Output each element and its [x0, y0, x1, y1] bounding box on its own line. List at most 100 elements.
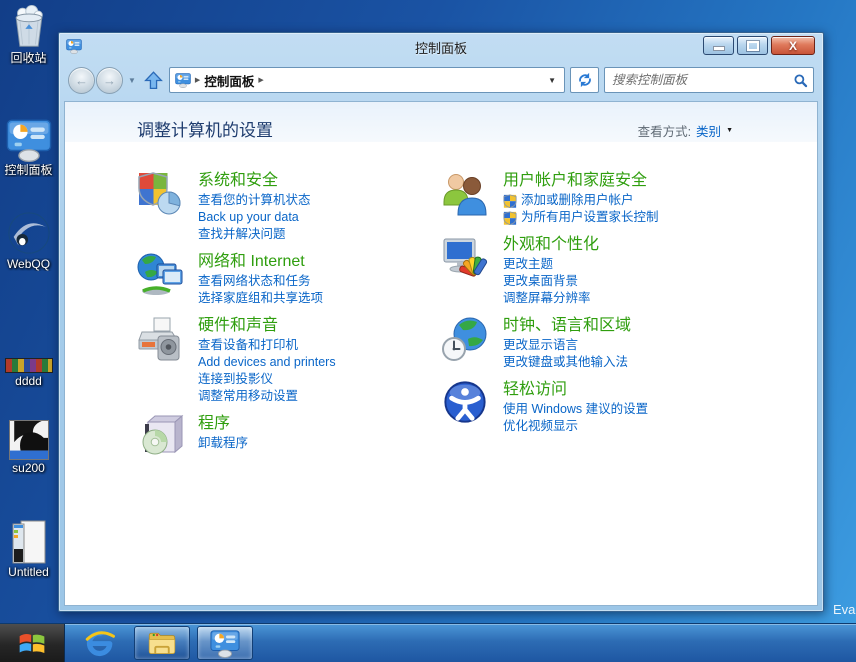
- minimize-icon: [712, 46, 725, 51]
- view-by-value-link[interactable]: 类别: [696, 121, 721, 140]
- category-network-and-internet: 网络和 Internet 查看网络状态和任务 选择家庭组和共享选项: [136, 251, 441, 307]
- desktop-icon-label: dddd: [15, 375, 42, 388]
- category-title[interactable]: 时钟、语言和区域: [503, 315, 631, 337]
- category-link[interactable]: Back up your data: [198, 209, 311, 226]
- breadcrumb-control-panel-icon: [175, 72, 191, 88]
- network-internet-icon[interactable]: [136, 251, 184, 299]
- view-by-control: 查看方式: 类别 ▼: [638, 121, 733, 140]
- clock-language-region-icon[interactable]: [441, 315, 489, 363]
- category-link[interactable]: 使用 Windows 建议的设置: [503, 401, 648, 418]
- maximize-icon: [745, 39, 760, 52]
- control-panel-home: 调整计算机的设置 查看方式: 类别 ▼ 系统和安全 查看您的计算机状态 Back…: [64, 101, 818, 606]
- address-bar[interactable]: ▶ 控制面板 ▶ ▼: [168, 67, 565, 93]
- taskbar: [0, 623, 856, 662]
- close-icon: [789, 39, 797, 53]
- category-title[interactable]: 硬件和声音: [198, 315, 336, 337]
- uac-shield-icon: [503, 211, 517, 225]
- category-appearance-personalization: 外观和个性化 更改主题 更改桌面背景 调整屏幕分辨率: [441, 234, 817, 307]
- desktop-icon-label: WebQQ: [6, 258, 51, 271]
- category-link-label: 添加或删除用户帐户: [521, 193, 634, 207]
- screenshot-thumbnail-icon: [12, 520, 46, 564]
- category-title[interactable]: 轻松访问: [503, 379, 648, 401]
- webqq-globe-icon: [6, 210, 52, 256]
- search-input[interactable]: [610, 72, 793, 88]
- taskbar-control-panel-button[interactable]: [197, 626, 253, 660]
- category-link-label: 为所有用户设置家长控制: [521, 210, 659, 224]
- category-link[interactable]: 调整常用移动设置: [198, 388, 336, 405]
- image-thumbnail-icon: [8, 420, 49, 460]
- desktop-icon-label: su200: [12, 462, 45, 475]
- view-by-dropdown-icon[interactable]: ▼: [726, 127, 733, 134]
- maximize-button[interactable]: [737, 36, 768, 55]
- recent-pages-chevron-icon[interactable]: ▼: [128, 76, 136, 85]
- titlebar[interactable]: 控制面板: [59, 33, 823, 59]
- category-link[interactable]: 连接到投影仪: [198, 371, 336, 388]
- close-button[interactable]: [771, 36, 815, 55]
- desktop-icon-label: 控制面板: [4, 164, 53, 177]
- category-clock-language-region: 时钟、语言和区域 更改显示语言 更改键盘或其他输入法: [441, 315, 817, 371]
- category-link[interactable]: 查看设备和打印机: [198, 337, 336, 354]
- category-link[interactable]: 查找并解决问题: [198, 226, 311, 243]
- user-accounts-icon[interactable]: [441, 170, 489, 218]
- search-box[interactable]: [604, 67, 814, 93]
- control-panel-icon: [6, 116, 52, 162]
- desktop-icon-label: 回收站: [10, 52, 47, 65]
- desktop-icon-su200[interactable]: su200: [0, 420, 57, 475]
- category-link[interactable]: 卸载程序: [198, 435, 248, 452]
- category-link[interactable]: 优化视频显示: [503, 418, 648, 435]
- desktop-icon-dddd[interactable]: dddd: [0, 344, 57, 388]
- desktop-icon-untitled[interactable]: Untitled: [0, 520, 57, 579]
- refresh-button[interactable]: [570, 67, 599, 93]
- category-title[interactable]: 用户帐户和家庭安全: [503, 170, 659, 192]
- category-system-and-security: 系统和安全 查看您的计算机状态 Back up your data 查找并解决问…: [136, 170, 441, 243]
- category-link[interactable]: Add devices and printers: [198, 354, 336, 371]
- taskbar-internet-explorer-button[interactable]: [73, 626, 127, 660]
- back-button[interactable]: ←: [68, 66, 95, 94]
- windows-logo-icon: [18, 631, 46, 656]
- category-user-accounts-family-safety: 用户帐户和家庭安全 添加或删除用户帐户 为所有用户设置家长控制: [441, 170, 817, 226]
- ease-of-access-icon[interactable]: [441, 379, 489, 425]
- category-title[interactable]: 系统和安全: [198, 170, 311, 192]
- up-button[interactable]: [143, 70, 164, 91]
- category-link[interactable]: 查看您的计算机状态: [198, 192, 311, 209]
- start-button[interactable]: [0, 624, 65, 662]
- category-title[interactable]: 网络和 Internet: [198, 251, 323, 273]
- system-security-icon[interactable]: [136, 170, 184, 218]
- programs-icon[interactable]: [136, 413, 184, 461]
- category-link[interactable]: 更改键盘或其他输入法: [503, 354, 631, 371]
- category-title[interactable]: 外观和个性化: [503, 234, 599, 256]
- desktop-icon-control-panel[interactable]: 控制面板: [0, 116, 57, 177]
- category-link[interactable]: 更改显示语言: [503, 337, 631, 354]
- category-link[interactable]: 调整屏幕分辨率: [503, 290, 599, 307]
- refresh-icon: [576, 71, 594, 89]
- desktop-icon-recycle-bin[interactable]: 回收站: [0, 4, 57, 65]
- desktop-icon-webqq[interactable]: WebQQ: [0, 210, 57, 271]
- taskbar-explorer-button[interactable]: [134, 626, 190, 660]
- category-link[interactable]: 更改主题: [503, 256, 599, 273]
- minimize-button[interactable]: [703, 36, 734, 55]
- category-link[interactable]: 为所有用户设置家长控制: [503, 209, 659, 226]
- forward-button[interactable]: →: [96, 66, 123, 94]
- breadcrumb-arrow-icon[interactable]: ▶: [258, 76, 263, 84]
- control-panel-icon: [210, 628, 240, 658]
- page-title: 调整计算机的设置: [137, 121, 273, 140]
- category-link[interactable]: 更改桌面背景: [503, 273, 599, 290]
- hardware-sound-icon[interactable]: [136, 315, 184, 363]
- internet-explorer-icon: [85, 628, 115, 658]
- category-programs: 程序 卸载程序: [136, 413, 441, 461]
- recycle-bin-icon: [7, 4, 51, 50]
- category-ease-of-access: 轻松访问 使用 Windows 建议的设置 优化视频显示: [441, 379, 817, 435]
- address-dropdown-icon[interactable]: ▼: [545, 76, 559, 85]
- category-hardware-and-sound: 硬件和声音 查看设备和打印机 Add devices and printers …: [136, 315, 441, 405]
- category-link[interactable]: 查看网络状态和任务: [198, 273, 323, 290]
- uac-shield-icon: [503, 194, 517, 208]
- category-link[interactable]: 选择家庭组和共享选项: [198, 290, 323, 307]
- appearance-personalization-icon[interactable]: [441, 234, 489, 282]
- breadcrumb-root[interactable]: 控制面板: [204, 71, 254, 90]
- search-icon[interactable]: [793, 73, 808, 88]
- category-link[interactable]: 添加或删除用户帐户: [503, 192, 659, 209]
- category-title[interactable]: 程序: [198, 413, 248, 435]
- desktop-icon-label: Untitled: [8, 566, 49, 579]
- control-panel-window: 控制面板 ← → ▼ ▶ 控制面板 ▶ ▼ 调整计算机的设置: [58, 32, 824, 612]
- view-by-label: 查看方式:: [637, 125, 692, 139]
